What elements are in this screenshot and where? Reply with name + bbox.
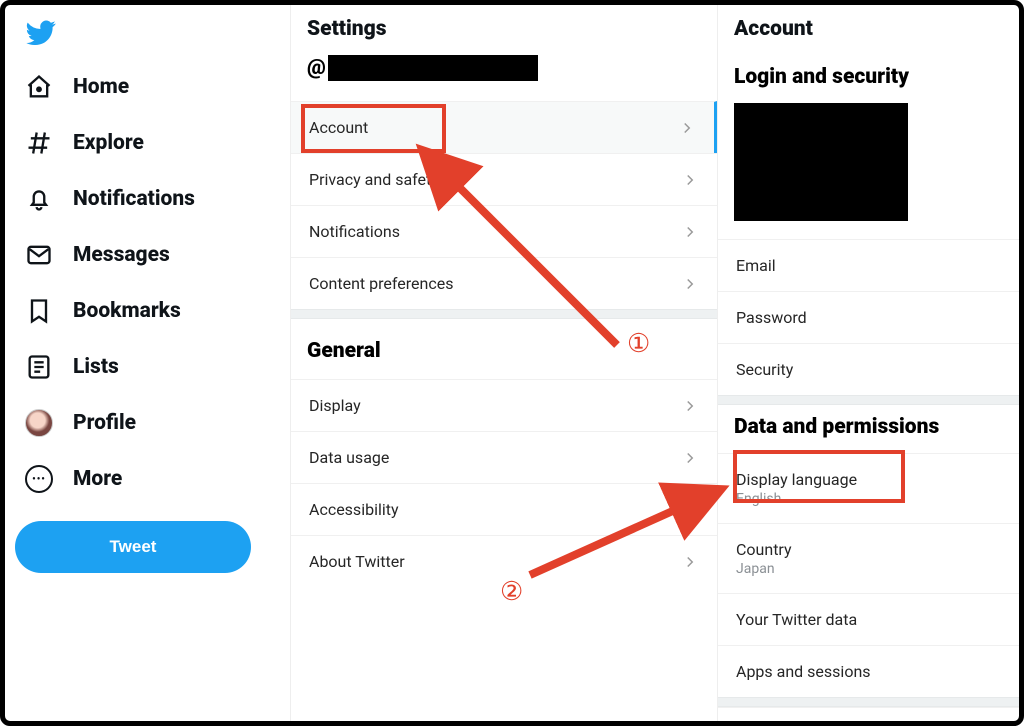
item-label: Accessibility: [309, 500, 399, 519]
avatar-icon: [25, 409, 53, 437]
item-label: Content preferences: [309, 274, 453, 293]
settings-item-privacy[interactable]: Privacy and safety: [291, 153, 717, 205]
bookmark-icon: [25, 297, 53, 325]
chevron-right-icon: [681, 449, 699, 467]
account-item-twitter-data[interactable]: Your Twitter data: [718, 593, 1019, 645]
account-item-apps-sessions[interactable]: Apps and sessions: [718, 645, 1019, 697]
hash-icon: [25, 129, 53, 157]
nav-messages[interactable]: Messages: [15, 227, 290, 283]
item-label: Password: [736, 308, 1001, 327]
chevron-right-icon: [681, 223, 699, 241]
item-label: Security: [736, 360, 1001, 379]
item-value: English: [736, 491, 1001, 507]
settings-divider: [291, 309, 717, 319]
account-item-security[interactable]: Security: [718, 343, 1019, 395]
settings-item-notifications[interactable]: Notifications: [291, 205, 717, 257]
account-divider: [718, 697, 1019, 707]
nav-label: Notifications: [73, 187, 195, 211]
item-label: Account: [309, 118, 368, 137]
item-label: Display: [309, 396, 361, 415]
chevron-right-icon: [681, 171, 699, 189]
redacted-block: [734, 103, 908, 221]
login-security-title: Login and security: [718, 55, 1019, 103]
account-item-display-language[interactable]: Display language English: [718, 453, 1019, 523]
settings-item-accessibility[interactable]: Accessibility: [291, 483, 717, 535]
item-label: Email: [736, 256, 1001, 275]
annotation-number-1: ①: [627, 329, 650, 359]
nav-profile[interactable]: Profile: [15, 395, 290, 451]
item-label: Privacy and safety: [309, 170, 439, 189]
account-item-deactivate[interactable]: Deactivate your account: [718, 707, 1019, 721]
chevron-right-icon: [681, 275, 699, 293]
settings-item-content[interactable]: Content preferences: [291, 257, 717, 309]
more-icon: •••: [25, 465, 53, 493]
chevron-right-icon: [678, 119, 696, 137]
settings-item-account[interactable]: Account: [291, 101, 717, 153]
settings-general-title: General: [291, 319, 717, 379]
item-label: Your Twitter data: [736, 610, 1001, 629]
data-permissions-title: Data and permissions: [718, 405, 1019, 453]
account-item-password[interactable]: Password: [718, 291, 1019, 343]
account-column: Account Login and security Email Passwor…: [718, 5, 1019, 721]
account-title: Account: [718, 5, 1019, 55]
account-item-email[interactable]: Email: [718, 239, 1019, 291]
list-icon: [25, 353, 53, 381]
annotation-number-2: ②: [500, 577, 523, 607]
account-divider: [718, 395, 1019, 405]
primary-nav: Home Explore Notifications Messages Book: [5, 5, 290, 721]
settings-title: Settings: [291, 5, 717, 55]
nav-label: Messages: [73, 243, 170, 267]
item-value: Japan: [736, 561, 1001, 577]
nav-label: More: [73, 467, 122, 491]
nav-home[interactable]: Home: [15, 59, 290, 115]
item-label: Apps and sessions: [736, 662, 1001, 681]
nav-notifications[interactable]: Notifications: [15, 171, 290, 227]
nav-more[interactable]: ••• More: [15, 451, 290, 507]
bell-icon: [25, 185, 53, 213]
chevron-right-icon: [681, 397, 699, 415]
nav-lists[interactable]: Lists: [15, 339, 290, 395]
chevron-right-icon: [681, 553, 699, 571]
settings-username: @: [291, 55, 717, 101]
item-label: Notifications: [309, 222, 400, 241]
twitter-logo-icon: [15, 13, 290, 59]
nav-label: Profile: [73, 411, 136, 435]
nav-label: Home: [73, 75, 129, 99]
item-label: Country: [736, 540, 1001, 559]
nav-bookmarks[interactable]: Bookmarks: [15, 283, 290, 339]
mail-icon: [25, 241, 53, 269]
settings-item-display[interactable]: Display: [291, 379, 717, 431]
item-label: Data usage: [309, 448, 389, 467]
at-symbol: @: [307, 56, 326, 80]
home-icon: [25, 73, 53, 101]
nav-label: Bookmarks: [73, 299, 181, 323]
tweet-button[interactable]: Tweet: [15, 521, 251, 573]
nav-label: Lists: [73, 355, 119, 379]
account-item-country[interactable]: Country Japan: [718, 523, 1019, 593]
settings-item-data-usage[interactable]: Data usage: [291, 431, 717, 483]
item-label: About Twitter: [309, 552, 405, 571]
nav-label: Explore: [73, 131, 144, 155]
item-label: Display language: [736, 470, 1001, 489]
nav-explore[interactable]: Explore: [15, 115, 290, 171]
redacted-username: [328, 55, 538, 81]
settings-column: Settings @ Account Privacy and safety No…: [290, 5, 718, 721]
chevron-right-icon: [681, 501, 699, 519]
